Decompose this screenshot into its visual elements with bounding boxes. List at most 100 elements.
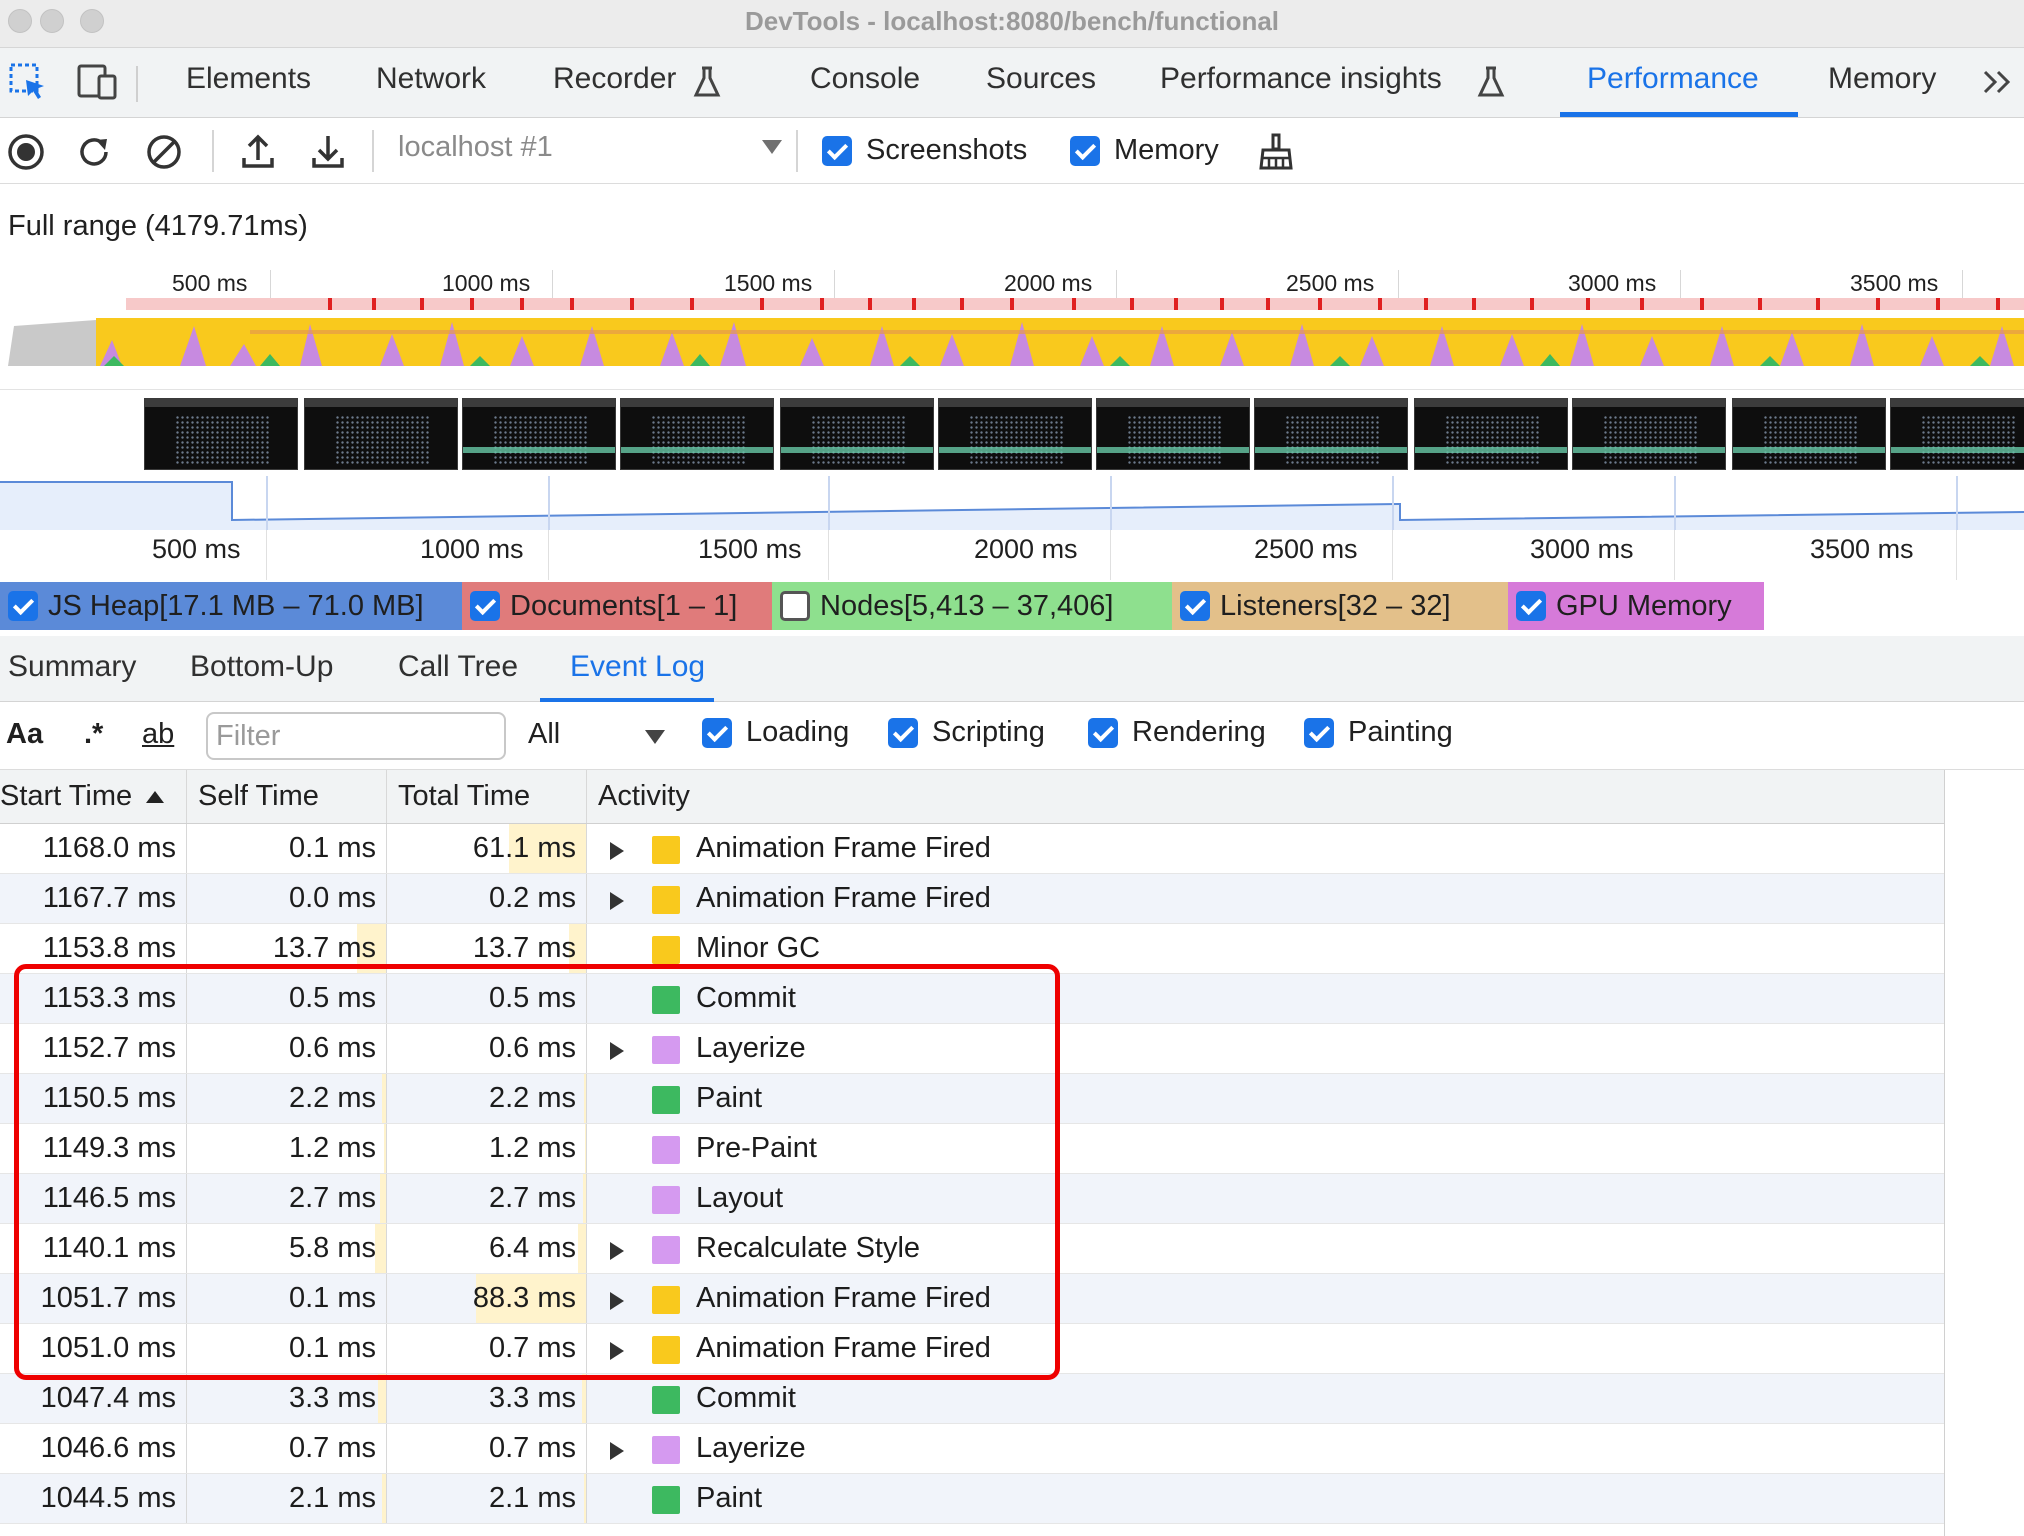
expand-triangle-icon[interactable]: [610, 1342, 624, 1360]
counter-js-heap[interactable]: JS Heap[17.1 MB – 71.0 MB]: [0, 582, 462, 630]
checkbox-checked-icon[interactable]: [1516, 591, 1546, 621]
scripting-checkbox[interactable]: Scripting: [888, 716, 1045, 749]
table-row[interactable]: 1051.7 ms 0.1 ms 88.3 ms Animation Frame Fi…: [0, 1274, 1944, 1324]
checkbox-checked-icon[interactable]: [1180, 591, 1210, 621]
screenshot-thumbnail[interactable]: [1890, 398, 2024, 470]
tab-console[interactable]: Console: [810, 62, 920, 96]
tab-elements[interactable]: Elements: [186, 62, 311, 96]
match-case-button[interactable]: Aa: [6, 718, 43, 751]
device-toolbar-icon[interactable]: [72, 62, 122, 102]
screenshot-thumbnail[interactable]: [780, 398, 934, 470]
checkbox-checked-icon[interactable]: [702, 717, 732, 748]
record-button[interactable]: [4, 130, 48, 174]
self-time-cell: 13.7 ms: [272, 932, 376, 964]
tab-bottom-up[interactable]: Bottom-Up: [190, 650, 333, 684]
reload-record-button[interactable]: [72, 130, 116, 174]
table-row[interactable]: 1152.7 ms 0.6 ms 0.6 ms Layerize: [0, 1024, 1944, 1074]
filter-input[interactable]: [206, 712, 506, 760]
more-tabs-chevron-icon[interactable]: [1978, 62, 2018, 102]
start-time-cell: 1140.1 ms: [42, 1232, 176, 1264]
save-profile-button[interactable]: [306, 130, 350, 174]
tab-recorder[interactable]: Recorder: [553, 62, 676, 96]
column-divider[interactable]: [586, 770, 587, 823]
tab-event-log[interactable]: Event Log: [570, 650, 705, 684]
whole-word-button[interactable]: ab: [142, 718, 174, 751]
column-divider[interactable]: [186, 770, 187, 823]
expand-triangle-icon[interactable]: [610, 1292, 624, 1310]
counter-gpu-memory[interactable]: GPU Memory: [1508, 582, 1764, 630]
cpu-activity-overview[interactable]: [0, 296, 2024, 390]
table-row[interactable]: 1167.7 ms 0.0 ms 0.2 ms Animation Frame Fir…: [0, 874, 1944, 924]
tab-network[interactable]: Network: [376, 62, 486, 96]
expand-triangle-icon[interactable]: [610, 842, 624, 860]
start-time-cell: 1047.4 ms: [40, 1382, 176, 1414]
table-row[interactable]: 1047.4 ms 3.3 ms 3.3 ms Commit: [0, 1374, 1944, 1424]
table-row[interactable]: 1153.3 ms 0.5 ms 0.5 ms Commit: [0, 974, 1944, 1024]
screenshot-thumbnail[interactable]: [1414, 398, 1568, 470]
tab-summary[interactable]: Summary: [8, 650, 136, 684]
column-header-total-time[interactable]: Total Time: [398, 780, 530, 813]
load-profile-button[interactable]: [236, 130, 280, 174]
duration-filter-select[interactable]: All: [528, 718, 560, 751]
table-row[interactable]: 1149.3 ms 1.2 ms 1.2 ms Pre-Paint: [0, 1124, 1944, 1174]
chevron-down-icon[interactable]: [645, 730, 665, 744]
inspect-element-icon[interactable]: [6, 62, 50, 102]
tab-call-tree[interactable]: Call Tree: [398, 650, 518, 684]
painting-checkbox[interactable]: Painting: [1304, 716, 1453, 749]
expand-triangle-icon[interactable]: [610, 1242, 624, 1260]
checkbox-checked-icon[interactable]: [1088, 717, 1118, 748]
column-header-self-time[interactable]: Self Time: [198, 780, 319, 813]
checkbox-checked-icon[interactable]: [888, 717, 918, 748]
column-divider[interactable]: [386, 770, 387, 823]
start-time-cell: 1153.3 ms: [42, 982, 176, 1014]
expand-triangle-icon[interactable]: [610, 892, 624, 910]
clear-button[interactable]: [142, 130, 186, 174]
column-header-start-time[interactable]: Start Time: [0, 780, 166, 813]
screenshot-thumbnail[interactable]: [1096, 398, 1250, 470]
tab-memory[interactable]: Memory: [1828, 62, 1936, 96]
garbage-collect-broom-icon[interactable]: [1254, 130, 1298, 174]
checkbox-checked-icon[interactable]: [1304, 717, 1334, 748]
profile-select[interactable]: localhost #1: [398, 131, 782, 171]
screenshot-thumbnail[interactable]: [1254, 398, 1408, 470]
table-row[interactable]: 1051.0 ms 0.1 ms 0.7 ms Animation Frame Fir…: [0, 1324, 1944, 1374]
screenshots-checkbox[interactable]: Screenshots: [822, 134, 1027, 167]
loading-checkbox[interactable]: Loading: [702, 716, 849, 749]
table-row[interactable]: 1146.5 ms 2.7 ms 2.7 ms Layout: [0, 1174, 1944, 1224]
table-row[interactable]: 1150.5 ms 2.2 ms 2.2 ms Paint: [0, 1074, 1944, 1124]
memory-overview-graph[interactable]: [0, 476, 2024, 530]
checkbox-checked-icon[interactable]: [822, 135, 852, 166]
screenshot-thumbnail[interactable]: [1572, 398, 1726, 470]
screenshot-thumbnail[interactable]: [304, 398, 458, 470]
tab-performance-insights[interactable]: Performance insights: [1160, 62, 1442, 96]
rendering-checkbox[interactable]: Rendering: [1088, 716, 1266, 749]
tab-sources[interactable]: Sources: [986, 62, 1096, 96]
chevron-down-icon[interactable]: [762, 140, 782, 154]
tab-performance[interactable]: Performance: [1587, 62, 1759, 96]
screenshot-thumbnail[interactable]: [144, 398, 298, 470]
screenshot-thumbnail[interactable]: [462, 398, 616, 470]
screenshot-thumbnail[interactable]: [1732, 398, 1886, 470]
screenshot-thumbnail[interactable]: [938, 398, 1092, 470]
expand-triangle-icon[interactable]: [610, 1442, 624, 1460]
table-row[interactable]: 1168.0 ms 0.1 ms 61.1 ms Animation Frame Fi…: [0, 824, 1944, 874]
table-row[interactable]: 1044.5 ms 2.1 ms 2.1 ms Paint: [0, 1474, 1944, 1524]
column-header-activity[interactable]: Activity: [598, 780, 690, 813]
regex-button[interactable]: .*: [84, 718, 103, 751]
column-divider: [586, 1124, 587, 1173]
checkbox-checked-icon[interactable]: [470, 591, 500, 621]
counter-listeners[interactable]: Listeners[32 – 32]: [1172, 582, 1508, 630]
table-row[interactable]: 1046.6 ms 0.7 ms 0.7 ms Layerize: [0, 1424, 1944, 1474]
checkbox-checked-icon[interactable]: [1070, 135, 1100, 166]
memory-counters-bar: JS Heap[17.1 MB – 71.0 MB] Documents[1 –…: [0, 582, 2024, 630]
counter-documents[interactable]: Documents[1 – 1]: [462, 582, 772, 630]
table-row[interactable]: 1153.8 ms 13.7 ms 13.7 ms Minor GC: [0, 924, 1944, 974]
checkbox-checked-icon[interactable]: [8, 591, 38, 621]
memory-checkbox[interactable]: Memory: [1070, 134, 1219, 167]
expand-triangle-icon[interactable]: [610, 1042, 624, 1060]
checkbox-unchecked-icon[interactable]: [780, 591, 810, 621]
counter-nodes[interactable]: Nodes[5,413 – 37,406]: [772, 582, 1172, 630]
column-divider: [186, 1324, 187, 1373]
table-row[interactable]: 1140.1 ms 5.8 ms 6.4 ms Recalculate Style: [0, 1224, 1944, 1274]
screenshot-thumbnail[interactable]: [620, 398, 774, 470]
